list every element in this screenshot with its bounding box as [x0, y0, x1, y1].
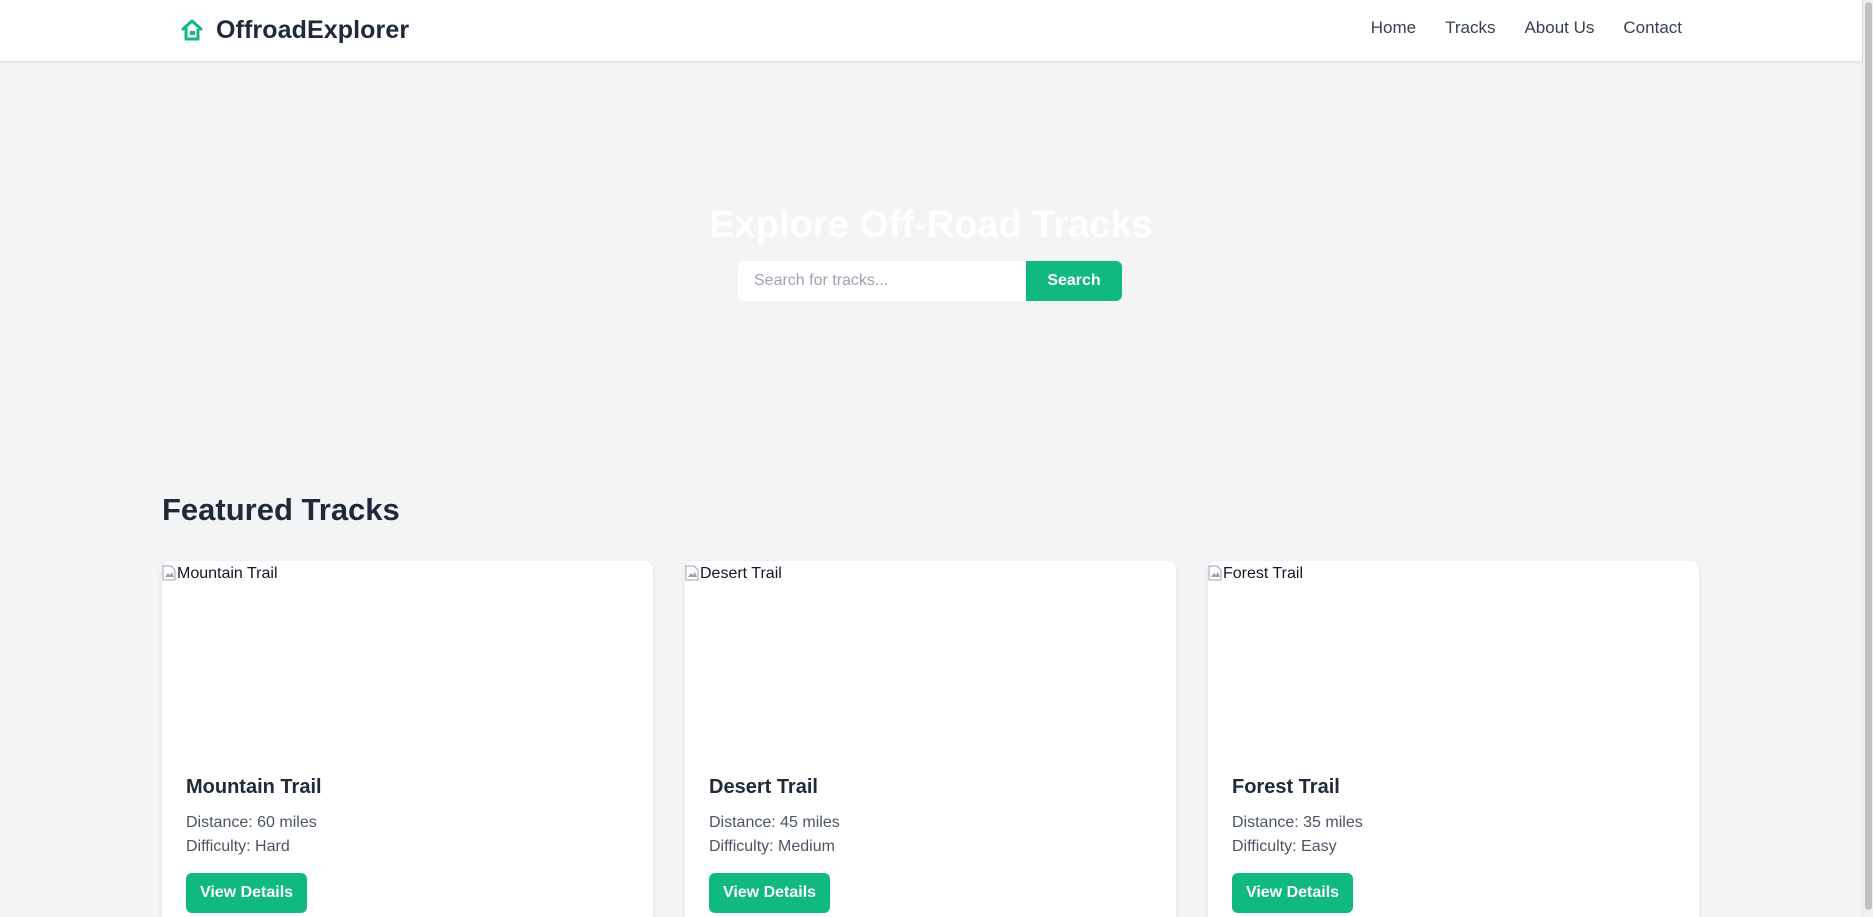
track-card-forest: Forest Trail Forest Trail Distance: 35 m… — [1208, 561, 1699, 917]
brand-name: OffroadExplorer — [216, 15, 410, 44]
site-header: OffroadExplorer Home Tracks About Us Con… — [0, 0, 1862, 61]
track-title: Desert Trail — [709, 776, 818, 798]
track-card-mountain: Mountain Trail Mountain Trail Distance: … — [162, 561, 653, 917]
view-details-button[interactable]: View Details — [709, 873, 830, 913]
view-details-button[interactable]: View Details — [186, 873, 307, 913]
nav-tracks[interactable]: Tracks — [1445, 18, 1495, 38]
track-distance: Distance: 35 miles — [1232, 814, 1363, 831]
page: OffroadExplorer Home Tracks About Us Con… — [0, 0, 1873, 917]
track-image: Forest Trail — [1208, 561, 1699, 775]
featured-tracks-heading: Featured Tracks — [162, 492, 400, 527]
view-details-button[interactable]: View Details — [1232, 873, 1353, 913]
broken-image-icon — [162, 565, 176, 581]
track-title: Forest Trail — [1232, 776, 1340, 798]
track-distance: Distance: 45 miles — [709, 814, 840, 831]
house-icon — [178, 16, 206, 44]
nav-contact[interactable]: Contact — [1623, 18, 1682, 38]
featured-tracks-list: Mountain Trail Mountain Trail Distance: … — [162, 561, 1699, 917]
image-alt-text: Mountain Trail — [177, 565, 278, 582]
track-difficulty: Difficulty: Hard — [186, 838, 290, 855]
track-distance: Distance: 60 miles — [186, 814, 317, 831]
nav-home[interactable]: Home — [1371, 18, 1416, 38]
track-difficulty: Difficulty: Medium — [709, 838, 835, 855]
nav-about-us[interactable]: About Us — [1524, 18, 1594, 38]
track-image: Desert Trail — [685, 561, 1176, 775]
vertical-scrollbar[interactable] — [1862, 0, 1873, 917]
main-nav: Home Tracks About Us Contact — [1371, 18, 1682, 38]
track-card-desert: Desert Trail Desert Trail Distance: 45 m… — [685, 561, 1176, 917]
search-button[interactable]: Search — [1026, 261, 1122, 301]
hero-title: Explore Off-Road Tracks — [709, 204, 1153, 246]
track-difficulty: Difficulty: Easy — [1232, 838, 1337, 855]
image-alt-text: Desert Trail — [700, 565, 782, 582]
hero-section: Explore Off-Road Tracks Search — [0, 61, 1862, 471]
scrollbar-thumb[interactable] — [1865, 2, 1872, 910]
image-alt-text: Forest Trail — [1223, 565, 1304, 582]
track-image: Mountain Trail — [162, 561, 653, 775]
track-title: Mountain Trail — [186, 776, 322, 798]
broken-image-icon — [1208, 565, 1222, 581]
brand-logo[interactable]: OffroadExplorer — [178, 14, 409, 46]
broken-image-icon — [685, 565, 699, 581]
search-bar: Search — [738, 261, 1122, 301]
search-input[interactable] — [738, 261, 1026, 301]
